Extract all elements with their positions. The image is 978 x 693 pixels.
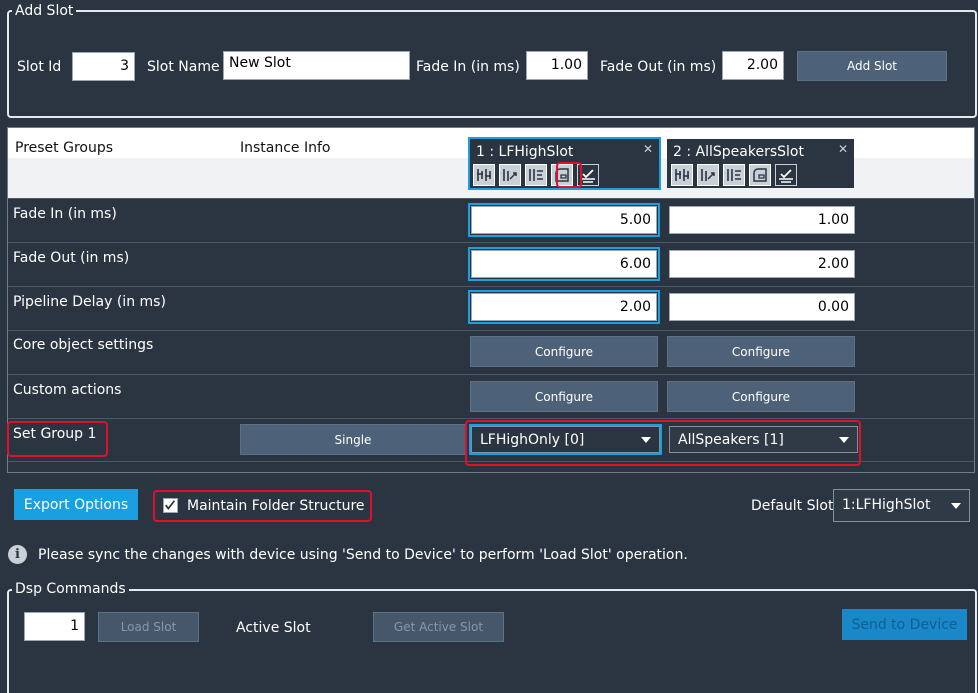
set-group-single-button[interactable]: Single	[240, 424, 466, 455]
fade-in-input-1[interactable]: 5.00	[471, 206, 657, 234]
checkmark-icon	[165, 500, 176, 510]
add-fade-in-label: Fade In (in ms)	[416, 59, 520, 75]
row-pipeline-delay-label: Pipeline Delay (in ms)	[13, 294, 166, 310]
active-slot-label: Active Slot	[236, 620, 311, 636]
send-to-device-button[interactable]: Send to Device	[842, 609, 967, 640]
check-settings-icon[interactable]	[775, 164, 797, 186]
maintain-folder-label[interactable]: Maintain Folder Structure	[187, 497, 365, 515]
custom-actions-configure-2[interactable]: Configure	[667, 381, 855, 412]
swap-icon[interactable]	[671, 164, 693, 186]
get-active-slot-button[interactable]: Get Active Slot	[373, 612, 504, 642]
default-slot-label: Default Slot	[751, 498, 834, 514]
add-slot-button[interactable]: Add Slot	[797, 51, 947, 81]
info-message: Please sync the changes with device usin…	[38, 547, 688, 563]
custom-actions-configure-1[interactable]: Configure	[470, 381, 658, 412]
load-slot-button[interactable]: Load Slot	[98, 612, 199, 642]
add-fade-in-input[interactable]: 1.00	[526, 51, 588, 80]
close-icon[interactable]: ✕	[643, 142, 653, 156]
set-group-selects-highlight	[465, 420, 861, 466]
core-object-configure-2[interactable]: Configure	[667, 336, 855, 367]
row-fade-out-label: Fade Out (in ms)	[13, 250, 130, 266]
equalizer-icon[interactable]	[525, 164, 547, 186]
dsp-commands-legend: Dsp Commands	[12, 581, 129, 597]
row-custom-actions-label: Custom actions	[13, 382, 122, 398]
header-instance-info: Instance Info	[240, 140, 331, 156]
slot-id-input[interactable]: 3	[72, 52, 135, 81]
maintain-folder-checkbox[interactable]	[163, 498, 178, 513]
header-preset-groups: Preset Groups	[15, 140, 114, 156]
instance-1-title: 1 : LFHighSlot	[476, 144, 574, 160]
route-icon[interactable]	[697, 164, 719, 186]
add-fade-out-label: Fade Out (in ms)	[600, 59, 717, 75]
row-core-object-label: Core object settings	[13, 337, 154, 353]
default-slot-select[interactable]: 1:LFHighSlot	[833, 489, 970, 522]
slot-shape-icon[interactable]	[749, 164, 771, 186]
add-fade-out-input[interactable]: 2.00	[722, 51, 784, 80]
slot-id-label: Slot Id	[17, 59, 62, 75]
close-icon[interactable]: ✕	[838, 142, 848, 156]
info-icon: i	[8, 545, 27, 564]
default-slot-value: 1:LFHighSlot	[842, 497, 931, 513]
equalizer-icon[interactable]	[723, 164, 745, 186]
fade-out-input-2[interactable]: 2.00	[669, 250, 855, 278]
instance-2-card[interactable]: 2 : AllSpeakersSlot ✕	[667, 139, 854, 188]
add-slot-legend: Add Slot	[12, 3, 77, 19]
dsp-slot-input[interactable]: 1	[24, 612, 85, 641]
instance-1-icon-highlight	[556, 162, 582, 188]
route-icon[interactable]	[499, 164, 521, 186]
pipeline-delay-input-2[interactable]: 0.00	[669, 293, 855, 321]
swap-icon[interactable]	[473, 164, 495, 186]
slot-name-label: Slot Name	[147, 59, 220, 75]
pipeline-delay-input-1[interactable]: 2.00	[471, 293, 657, 321]
chevron-down-icon	[951, 503, 961, 509]
fade-out-input-1[interactable]: 6.00	[471, 250, 657, 278]
row-fade-in-label: Fade In (in ms)	[13, 206, 117, 222]
set-group-label-highlight	[7, 421, 108, 457]
core-object-configure-1[interactable]: Configure	[470, 336, 658, 367]
fade-in-input-2[interactable]: 1.00	[669, 206, 855, 234]
export-options-button[interactable]: Export Options	[14, 489, 138, 520]
instance-2-title: 2 : AllSpeakersSlot	[673, 144, 804, 160]
slot-name-input[interactable]: New Slot	[223, 51, 410, 80]
